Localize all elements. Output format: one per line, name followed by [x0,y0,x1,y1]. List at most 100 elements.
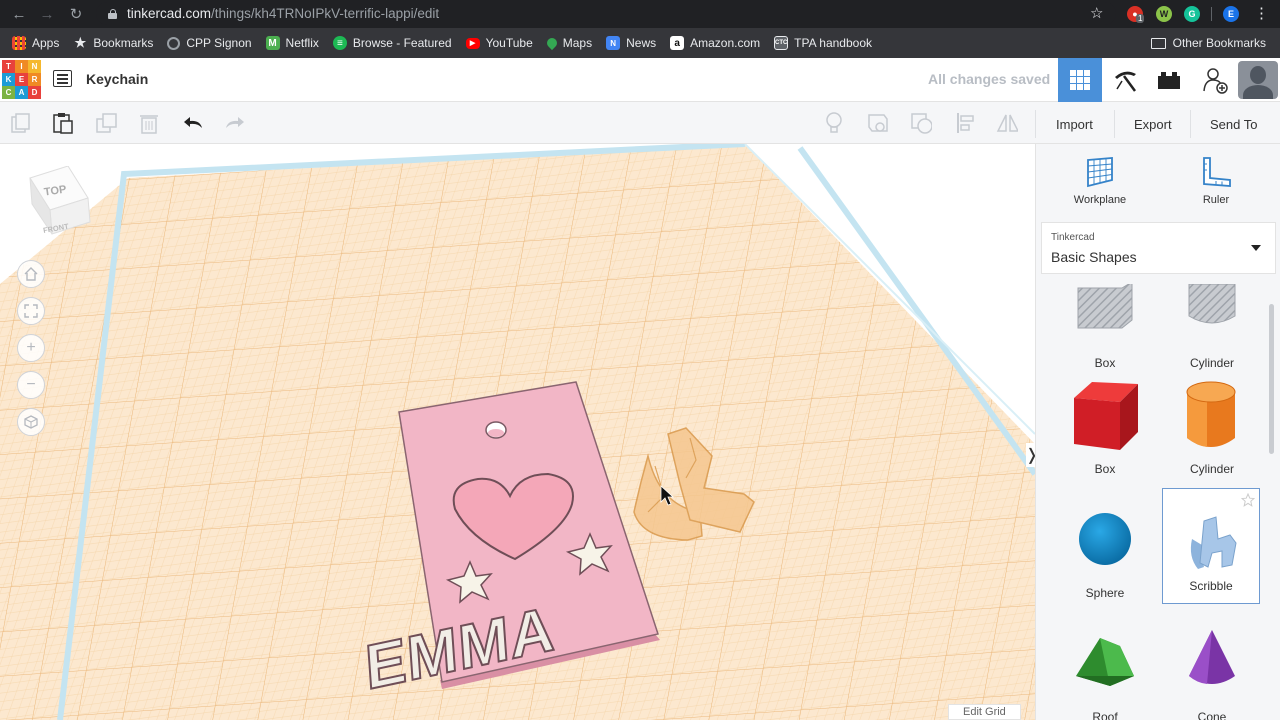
workplane-icon [1087,157,1113,188]
redo-icon[interactable] [224,112,246,134]
paste-icon[interactable] [52,112,74,134]
zoom-in-button[interactable]: + [17,334,45,362]
bookmark-youtube[interactable]: ▶ YouTube [465,36,533,50]
profile-avatar[interactable]: E [1223,6,1239,22]
other-bookmarks[interactable]: Other Bookmarks [1150,36,1266,50]
group-icon[interactable] [910,112,932,134]
shapes-list[interactable]: Box Cylinder Box Cylinder Sphere Scribbl… [1036,284,1280,720]
home-view-button[interactable] [17,260,45,288]
shape-label: Cylinder [1189,462,1234,476]
tpa-icon: CTC [774,36,789,50]
bricks-view-button[interactable] [1147,58,1191,102]
mirror-icon[interactable] [996,112,1018,134]
spotify-icon: ≡ [332,36,347,50]
toolbar-separator [1114,110,1115,138]
shape-scribble[interactable]: Scribble [1162,488,1260,604]
save-status: All changes saved [928,71,1051,87]
share-button[interactable] [1193,58,1237,102]
bookmark-cpp-signon[interactable]: CPP Signon [167,36,252,50]
bookmark-spotify[interactable]: ≡ Browse - Featured [332,36,452,50]
shape-roof[interactable]: Roof [1056,618,1154,720]
box-hole-icon [1077,284,1133,329]
reload-icon[interactable]: ↻ [62,0,90,28]
other-bookmarks-label: Other Bookmarks [1172,36,1266,50]
favorite-star-icon[interactable] [1241,493,1255,507]
shape-label: Box [1094,462,1116,476]
fit-view-button[interactable] [17,297,45,325]
folder-icon [1150,37,1166,49]
cylinder-icon [1186,381,1236,447]
workplane-canvas[interactable]: EMMA [0,144,1035,720]
shape-label: Sphere [1085,586,1125,600]
3d-view-button[interactable] [1058,58,1102,102]
bookmark-amazon[interactable]: a Amazon.com [670,36,760,50]
ortho-view-button[interactable] [17,408,45,436]
youtube-icon: ▶ [465,37,480,49]
duplicate-icon[interactable] [95,112,117,134]
edit-toolbar: Import Export Send To [0,102,1280,144]
bookmark-star-icon[interactable]: ☆ [1090,4,1103,22]
shape-box-hole[interactable]: Box [1056,284,1154,380]
undo-icon[interactable] [182,112,204,134]
chrome-menu-icon[interactable]: ⋮ [1254,4,1269,22]
bookmark-label: CPP Signon [186,36,252,50]
bookmark-label: Bookmarks [93,36,154,50]
edit-grid-button[interactable]: Edit Grid [948,704,1021,720]
view-cube[interactable]: TOP FRONT [26,165,94,243]
collapse-panel-chevron-icon[interactable]: ❭ [1025,443,1035,467]
blocks-view-button[interactable] [1103,58,1147,102]
forward-icon[interactable]: → [33,0,61,28]
shape-label: Roof [1092,710,1118,720]
lock-icon [108,8,117,19]
panel-scrollbar[interactable] [1269,304,1274,454]
bookmark-news[interactable]: N News [606,36,656,50]
show-hide-icon[interactable] [866,112,888,134]
notes-lightbulb-icon[interactable] [823,112,845,134]
netflix-icon: M [265,36,280,50]
shape-label: Box [1094,356,1116,370]
delete-icon[interactable] [138,112,160,134]
bookmark-label: Amazon.com [690,36,761,50]
address-bar[interactable]: tinkercad.com/things/kh4TRNoIPkV-terrifi… [96,2,1116,25]
perspective-icon [24,415,38,429]
shape-box[interactable]: Box [1056,370,1154,486]
maps-icon [544,35,559,51]
bookmark-netflix[interactable]: M Netflix [265,36,319,50]
workplane-viewport[interactable]: EMMA TOP FRONT + − ❭ Edit [0,144,1035,720]
zoom-out-button[interactable]: − [17,371,45,399]
workplane-tool[interactable]: Workplane [1060,156,1140,206]
shape-cylinder-hole[interactable]: Cylinder [1163,284,1261,380]
tinkercad-logo[interactable]: T I N K E R C A D [2,60,41,100]
grammarly-icon[interactable]: G [1184,6,1200,22]
shape-library-dropdown[interactable]: Tinkercad Basic Shapes [1041,222,1276,274]
shape-cylinder[interactable]: Cylinder [1163,370,1261,486]
ruler-tool[interactable]: Ruler [1176,156,1256,206]
bookmark-bookmarks[interactable]: ★ Bookmarks [73,35,154,50]
apps-grid-icon [12,36,26,50]
bookmark-maps[interactable]: Maps [544,35,592,51]
export-button[interactable]: Export [1124,110,1182,138]
extension-w-icon[interactable]: W [1156,6,1172,22]
ruler-label: Ruler [1202,194,1230,206]
copy-icon[interactable] [10,112,32,134]
shape-sphere[interactable]: Sphere [1056,494,1154,610]
design-list-icon[interactable] [53,70,72,87]
shape-label: Cylinder [1189,356,1234,370]
bookmark-apps[interactable]: Apps [12,36,59,50]
bookmark-label: Browse - Featured [352,36,452,50]
send-to-button[interactable]: Send To [1200,110,1267,138]
star-icon: ★ [74,35,87,50]
toolbar-separator [1190,110,1191,138]
back-icon[interactable]: ← [5,0,33,28]
align-icon[interactable] [955,112,977,134]
shape-cone[interactable]: Cone [1163,618,1261,720]
design-title[interactable]: Keychain [86,71,148,87]
shape-label: Scribble [1189,579,1233,593]
home-icon [24,267,38,281]
ruler-icon [1203,157,1231,187]
fit-icon [24,304,38,318]
user-avatar[interactable] [1238,61,1278,99]
import-button[interactable]: Import [1046,110,1103,138]
cone-icon [1189,630,1235,684]
bookmark-tpa-handbook[interactable]: CTC TPA handbook [774,36,872,50]
